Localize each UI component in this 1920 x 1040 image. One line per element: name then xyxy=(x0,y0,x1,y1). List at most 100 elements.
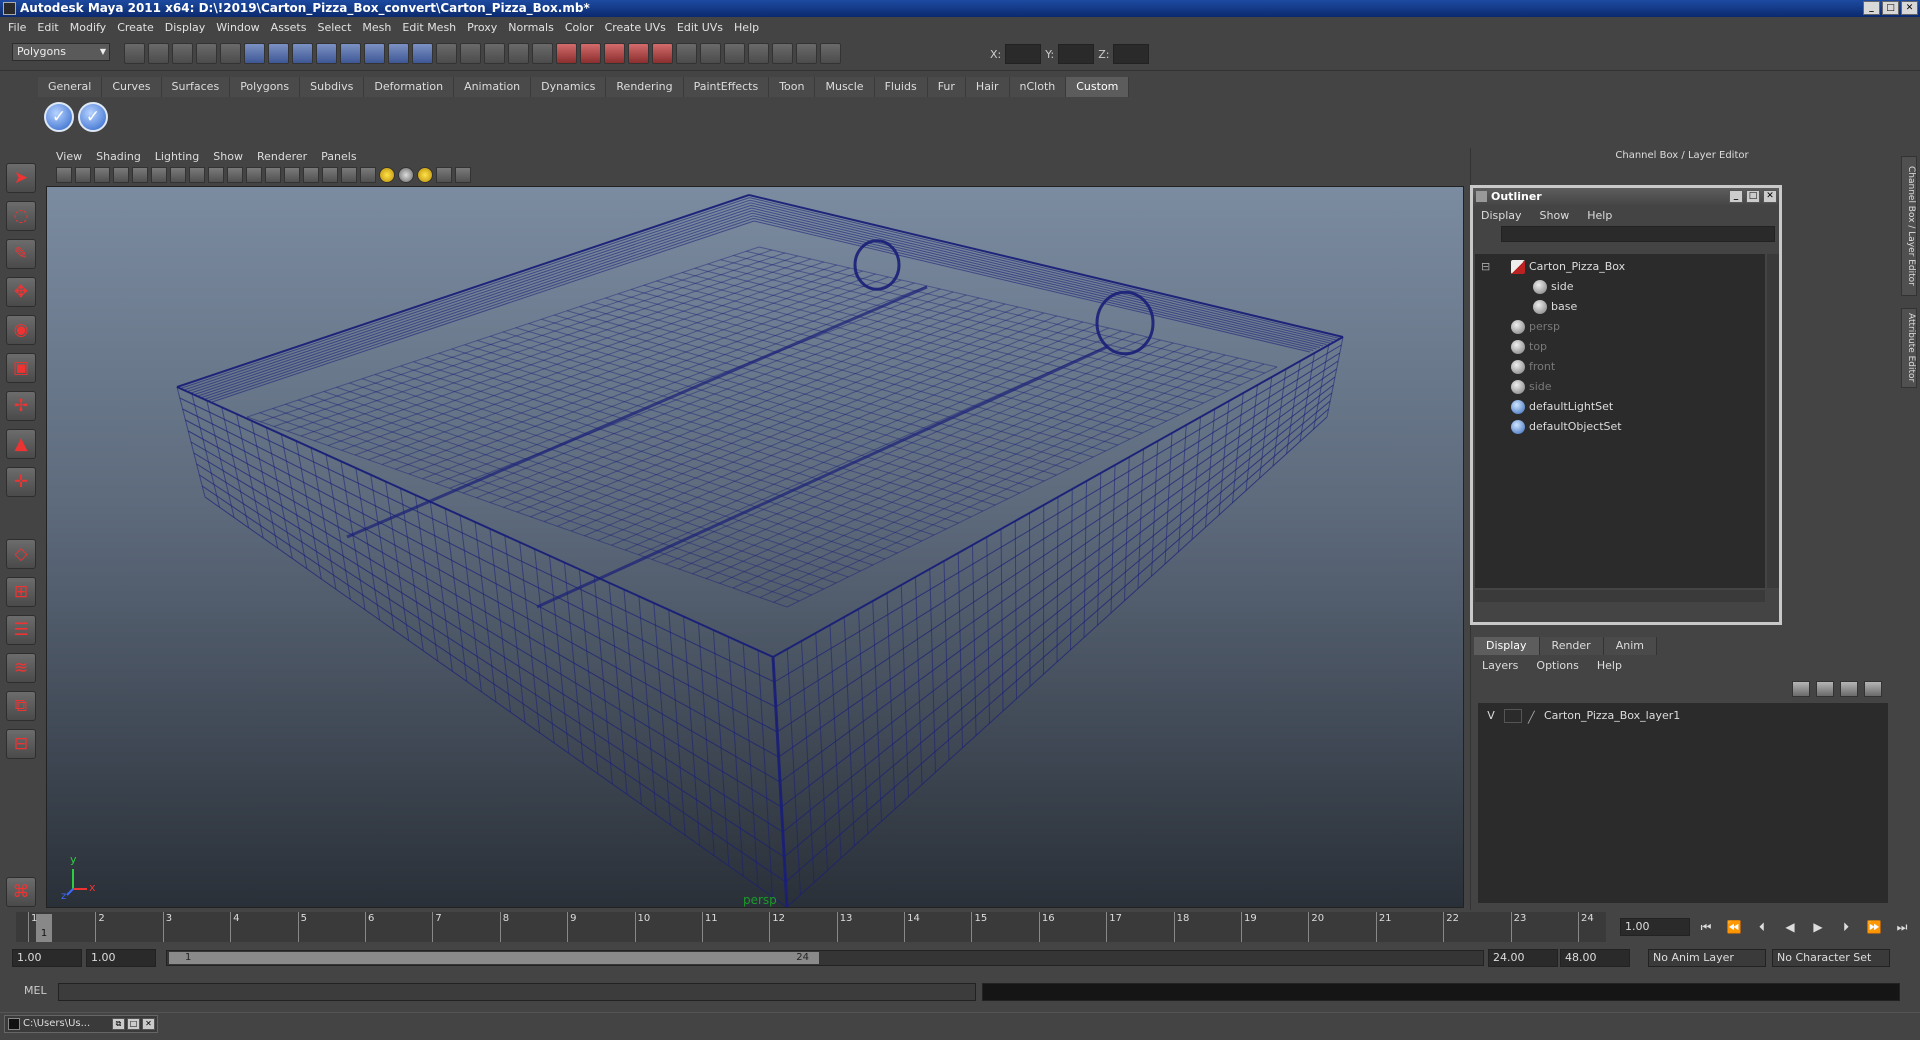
shelf-tab[interactable]: Deformation xyxy=(364,77,455,97)
construction-history-icon[interactable] xyxy=(556,43,577,64)
shelf-tab[interactable]: Curves xyxy=(102,77,162,97)
shelf-tab[interactable]: Rendering xyxy=(606,77,684,97)
layer-color-swatch[interactable]: ╱ xyxy=(1528,709,1535,727)
open-scene-icon[interactable] xyxy=(148,43,169,64)
start-time-field[interactable]: 1.00 xyxy=(12,949,82,967)
menu-item[interactable]: Window xyxy=(216,21,259,34)
shelf-tab[interactable]: Fluids xyxy=(874,77,928,97)
all-lights-icon[interactable] xyxy=(379,167,395,183)
layer-editor-tab[interactable]: Anim xyxy=(1603,637,1657,655)
go-to-end-icon[interactable]: ⏭ xyxy=(1892,918,1912,936)
textured-icon[interactable] xyxy=(265,167,281,183)
select-tool-icon[interactable]: ➤ xyxy=(6,163,36,193)
checkmark-icon[interactable]: ✓ xyxy=(44,102,74,132)
shelf-tab[interactable]: Custom xyxy=(1066,77,1130,97)
perspective-viewport[interactable]: y x z persp xyxy=(46,186,1464,908)
shelf-tab[interactable]: Hair xyxy=(965,77,1010,97)
close-button[interactable]: ✕ xyxy=(1901,1,1918,15)
snap-grid-icon[interactable] xyxy=(292,43,313,64)
last-tool-icon[interactable]: ✛ xyxy=(6,467,36,497)
layer-editor-menu-item[interactable]: Options xyxy=(1536,659,1578,672)
viewport-menu-item[interactable]: Renderer xyxy=(257,150,307,163)
go-to-start-icon[interactable]: ⏮ xyxy=(1696,918,1716,936)
layer-editor-menu-item[interactable]: Layers xyxy=(1482,659,1518,672)
select-component-icon[interactable] xyxy=(244,43,265,64)
outliner-menu-item[interactable]: Help xyxy=(1587,209,1612,222)
shaded-icon[interactable] xyxy=(417,167,433,183)
select-hierarchy-icon[interactable] xyxy=(196,43,217,64)
play-forwards-icon[interactable]: ▶ xyxy=(1808,918,1828,936)
checkmark-icon[interactable]: ✓ xyxy=(78,102,108,132)
rotate-tool-icon[interactable]: ◉ xyxy=(6,315,36,345)
new-layer-from-selected-icon[interactable] xyxy=(1816,681,1834,697)
shelf-tab[interactable]: Toon xyxy=(769,77,816,97)
menu-item[interactable]: Edit Mesh xyxy=(402,21,456,34)
viewport-menu-item[interactable]: Lighting xyxy=(155,150,199,163)
menu-item[interactable]: Create xyxy=(117,21,154,34)
single-pane-layout-icon[interactable]: ◇ xyxy=(6,539,36,569)
command-input[interactable] xyxy=(58,983,976,1001)
step-back-key-icon[interactable]: ⏪ xyxy=(1724,918,1744,936)
time-ruler[interactable]: 1 1 2 3 4 5 6 7 8 9 10 11 12 13 14 15 16 17 18 19 20 21 22 23 2… xyxy=(16,912,1606,942)
snap-point-icon[interactable] xyxy=(340,43,361,64)
toggle-outliner-icon[interactable] xyxy=(796,43,817,64)
viewport-menu-item[interactable]: Panels xyxy=(321,150,356,163)
outliner-item[interactable]: base xyxy=(1475,298,1763,316)
layer-playback-toggle[interactable] xyxy=(1504,709,1522,723)
menu-item[interactable]: Edit xyxy=(37,21,58,34)
film-gate-icon[interactable] xyxy=(151,167,167,183)
viewport-menu-item[interactable]: View xyxy=(56,150,82,163)
outliner-vertical-scrollbar[interactable] xyxy=(1767,254,1779,588)
menu-item[interactable]: Create UVs xyxy=(605,21,666,34)
new-scene-icon[interactable] xyxy=(124,43,145,64)
outliner-item[interactable]: side xyxy=(1475,278,1763,296)
wireframe-icon[interactable] xyxy=(227,167,243,183)
isolate-select-icon[interactable] xyxy=(341,167,357,183)
range-handle[interactable]: 1 24 xyxy=(169,952,819,964)
maximize-button[interactable]: □ xyxy=(1882,1,1899,15)
outliner-item[interactable]: side xyxy=(1475,378,1763,396)
viewport-menu-item[interactable]: Show xyxy=(213,150,243,163)
smooth-shade-icon[interactable] xyxy=(246,167,262,183)
current-frame-marker[interactable]: 1 xyxy=(36,914,52,942)
current-time-field[interactable]: 1.00 xyxy=(1620,918,1690,936)
history-icon[interactable] xyxy=(412,43,433,64)
use-lights-icon[interactable] xyxy=(284,167,300,183)
render-cam-icon[interactable] xyxy=(676,43,697,64)
camera-attributes-icon[interactable] xyxy=(75,167,91,183)
shelf-tab[interactable]: Polygons xyxy=(230,77,301,97)
attribute-editor-tab[interactable]: Attribute Editor xyxy=(1901,308,1917,388)
wireframe-on-shaded-icon[interactable] xyxy=(436,167,452,183)
menu-item[interactable]: Display xyxy=(165,21,206,34)
toggle-tool-icon[interactable] xyxy=(772,43,793,64)
lock-selection-icon[interactable] xyxy=(268,43,289,64)
toggle-attribute-icon[interactable] xyxy=(748,43,769,64)
layer-editor-menu-item[interactable]: Help xyxy=(1597,659,1622,672)
snap-curve-icon[interactable] xyxy=(316,43,337,64)
menu-item[interactable]: Color xyxy=(565,21,594,34)
paint-tool-icon[interactable]: ✎ xyxy=(6,239,36,269)
move-layer-down-icon[interactable] xyxy=(1864,681,1882,697)
snap-live-icon[interactable] xyxy=(388,43,409,64)
hypershade-layout-icon[interactable]: ⧉ xyxy=(6,691,36,721)
restore-button[interactable]: ⧉ xyxy=(112,1018,125,1030)
z-field[interactable] xyxy=(1113,44,1150,64)
move-tool-icon[interactable]: ✥ xyxy=(6,277,36,307)
shelf-tab[interactable]: Animation xyxy=(454,77,532,97)
shelf-tab[interactable]: PaintEffects xyxy=(683,77,770,97)
menu-item[interactable]: Edit UVs xyxy=(677,21,723,34)
render-settings-icon[interactable] xyxy=(484,43,505,64)
input-ops-icon[interactable] xyxy=(532,43,553,64)
layer-visibility-toggle[interactable]: V xyxy=(1482,707,1500,725)
custom-layout-icon[interactable]: ⊟ xyxy=(6,729,36,759)
collapse-icon[interactable]: ⊟ xyxy=(1481,258,1490,276)
outliner-item[interactable]: top xyxy=(1475,338,1763,356)
menu-item[interactable]: Mesh xyxy=(362,21,391,34)
close-button[interactable]: ✕ xyxy=(142,1018,155,1030)
outliner-item[interactable]: defaultObjectSet xyxy=(1475,418,1763,436)
field-chart-icon[interactable] xyxy=(208,167,224,183)
image-plane-icon[interactable] xyxy=(113,167,129,183)
outliner-menu-item[interactable]: Display xyxy=(1481,209,1522,222)
outliner-horizontal-scrollbar[interactable] xyxy=(1475,590,1765,602)
toggle-panel-icon[interactable] xyxy=(700,43,721,64)
